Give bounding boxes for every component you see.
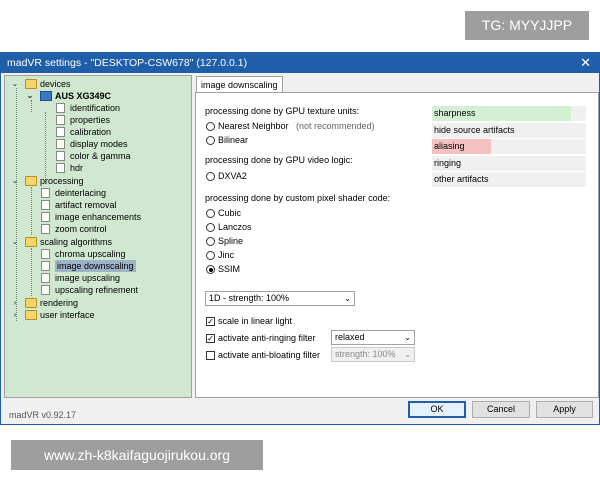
title-bar: madVR settings - "DESKTOP-CSW678" (127.0… <box>1 53 599 73</box>
label-scale-linear-light: scale in linear light <box>218 316 293 326</box>
collapse-icon[interactable]: ⌄ <box>10 78 20 90</box>
quality-indicator-label: hide source artifacts <box>434 124 515 135</box>
checkbox-anti-ringing[interactable]: ✓ <box>206 334 215 343</box>
collapse-icon[interactable]: ⌄ <box>10 236 20 248</box>
gpu-texture-heading: processing done by GPU texture units: <box>205 106 360 116</box>
radio-cubic[interactable] <box>206 209 215 218</box>
quality-indicator-row: aliasing <box>432 139 586 154</box>
monitor-icon <box>40 91 52 101</box>
document-icon <box>56 139 65 149</box>
radio-dxva2[interactable] <box>206 172 215 181</box>
chevron-down-icon: ⌄ <box>404 350 411 359</box>
anti-ringing-value: relaxed <box>335 332 365 342</box>
watermark-bottom: www.zh-k8kaifaguojirukou.org <box>11 440 263 470</box>
document-icon <box>56 163 65 173</box>
radio-label-spline: Spline <box>218 236 244 246</box>
document-icon <box>41 261 50 271</box>
label-anti-bloating: activate anti-bloating filter <box>218 350 321 360</box>
radio-nearest-neighbor[interactable] <box>206 122 215 131</box>
radio-label-cubic: Cubic <box>218 208 242 218</box>
document-icon <box>56 103 65 113</box>
quality-indicator-label: ringing <box>434 157 462 168</box>
checkbox-scale-linear-light[interactable]: ✓ <box>206 317 215 326</box>
cancel-button[interactable]: Cancel <box>472 401 530 418</box>
quality-indicator-row: ringing <box>432 155 586 171</box>
folder-icon <box>25 237 37 247</box>
folder-icon <box>25 176 37 186</box>
chevron-down-icon: ⌄ <box>344 294 351 303</box>
anti-bloating-dropdown: strength: 100% ⌄ <box>331 347 415 362</box>
radio-label-jinc: Jinc <box>218 250 235 260</box>
collapse-icon[interactable]: ⌄ <box>10 175 20 187</box>
folder-icon <box>25 310 37 320</box>
strength-dropdown-value: 1D - strength: 100% <box>209 293 290 303</box>
document-icon <box>41 224 50 234</box>
settings-window: madVR settings - "DESKTOP-CSW678" (127.0… <box>0 52 600 425</box>
expand-icon[interactable]: › <box>10 297 20 309</box>
gpu-video-heading: processing done by GPU video logic: <box>205 155 353 165</box>
radio-label-bilinear: Bilinear <box>218 135 249 145</box>
radio-lanczos[interactable] <box>206 223 215 232</box>
folder-icon <box>25 298 37 308</box>
radio-label-nearest-neighbor: Nearest Neighbor <box>218 121 289 131</box>
radio-ssim[interactable] <box>206 265 215 274</box>
expand-icon[interactable]: › <box>10 309 20 321</box>
anti-bloating-value: strength: 100% <box>335 349 396 359</box>
document-icon <box>56 151 65 161</box>
chevron-down-icon: ⌄ <box>404 333 411 342</box>
settings-tree: ⌄ devices ⌄ AUS XG349C identification pr… <box>4 75 192 398</box>
apply-button[interactable]: Apply <box>536 401 593 418</box>
document-icon <box>56 127 65 137</box>
close-icon[interactable]: ✕ <box>580 55 591 71</box>
pixel-shader-heading: processing done by custom pixel shader c… <box>205 193 391 203</box>
ok-button[interactable]: OK <box>408 401 466 418</box>
radio-label-ssim: SSIM <box>218 264 241 274</box>
anti-ringing-dropdown[interactable]: relaxed ⌄ <box>331 330 415 345</box>
document-icon <box>41 188 50 198</box>
label-anti-ringing: activate anti-ringing filter <box>218 333 316 343</box>
not-recommended-note: (not recommended) <box>296 121 375 131</box>
folder-icon <box>25 79 37 89</box>
document-icon <box>41 273 50 283</box>
watermark-top: TG: MYYJJPP <box>465 11 589 40</box>
version-label: madVR v0.92.17 <box>9 410 77 420</box>
document-icon <box>41 212 50 222</box>
radio-label-lanczos: Lanczos <box>218 222 252 232</box>
document-icon <box>41 200 50 210</box>
quality-indicator-label: other artifacts <box>434 174 489 184</box>
tab-image-downscaling[interactable]: image downscaling <box>196 76 283 93</box>
quality-indicator-row: sharpness <box>432 106 586 121</box>
radio-spline[interactable] <box>206 237 215 246</box>
window-title: madVR settings - "DESKTOP-CSW678" (127.0… <box>7 57 248 69</box>
quality-indicator-row: other artifacts <box>432 172 586 187</box>
radio-label-dxva2: DXVA2 <box>218 171 247 181</box>
quality-indicator-label: aliasing <box>434 141 465 151</box>
quality-indicator-label: sharpness <box>434 108 476 118</box>
quality-indicator-row: hide source artifacts <box>432 122 586 138</box>
settings-panel: processing done by GPU texture units: Ne… <box>195 92 599 398</box>
radio-jinc[interactable] <box>206 251 215 260</box>
radio-bilinear[interactable] <box>206 136 215 145</box>
document-icon <box>41 285 50 295</box>
checkbox-anti-bloating[interactable] <box>206 351 215 360</box>
document-icon <box>41 249 50 259</box>
strength-dropdown[interactable]: 1D - strength: 100% ⌄ <box>205 291 355 306</box>
document-icon <box>56 115 65 125</box>
collapse-icon[interactable]: ⌄ <box>25 90 35 102</box>
